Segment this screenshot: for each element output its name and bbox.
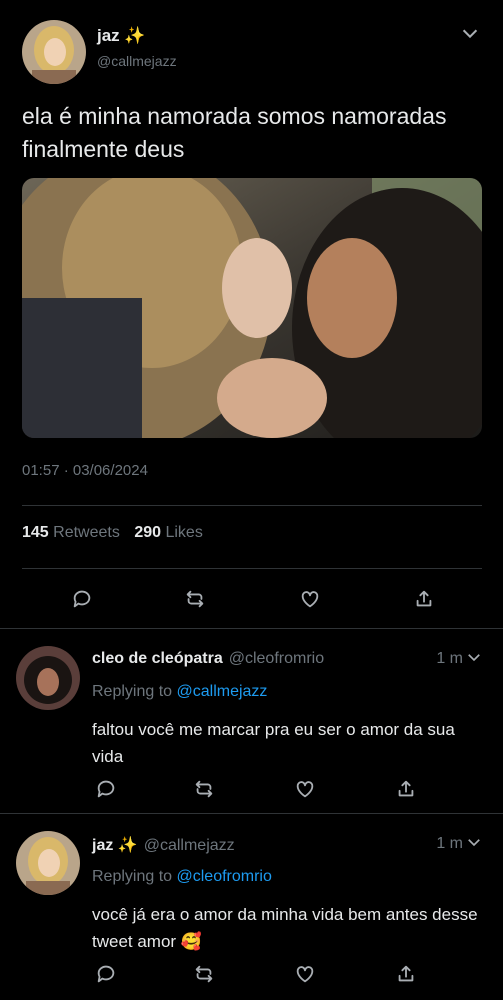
reply-author: cleo de cleópatra @cleofromrio [92, 650, 324, 668]
display-name[interactable]: jaz [92, 837, 113, 854]
replying-to: Replying to @cleofromrio [92, 868, 272, 885]
divider [22, 505, 482, 506]
smiling-face-hearts-emoji: 🥰 [180, 932, 202, 951]
display-name[interactable]: jaz ✨ [97, 26, 146, 46]
reply-text: você já era o amor da minha vida bem ant… [92, 905, 478, 951]
retweets-label[interactable]: Retweets [53, 524, 120, 541]
display-name[interactable]: cleo de cleópatra [92, 650, 223, 667]
reply-time[interactable]: 1 m [436, 650, 463, 668]
share-icon[interactable] [392, 775, 420, 803]
reply-icon[interactable] [68, 585, 96, 613]
chevron-down-icon[interactable] [465, 833, 485, 853]
chevron-down-icon[interactable] [459, 22, 483, 46]
share-icon[interactable] [392, 960, 420, 988]
mention-link[interactable]: @cleofromrio [177, 868, 272, 885]
divider [0, 628, 503, 629]
share-icon[interactable] [410, 585, 438, 613]
reply-tweet[interactable]: jaz ✨ @callmejazz 1 m Replying to @cleofr… [0, 815, 503, 1000]
tweet-stats: 145 Retweets 290 Likes [22, 524, 213, 542]
handle[interactable]: @callmejazz [144, 837, 235, 854]
like-icon[interactable] [296, 585, 324, 613]
like-icon[interactable] [291, 960, 319, 988]
mention-link[interactable]: @callmejazz [177, 683, 268, 700]
avatar[interactable] [22, 20, 86, 84]
retweets-count[interactable]: 145 [22, 524, 49, 541]
reply-time[interactable]: 1 m [436, 835, 463, 853]
like-icon[interactable] [291, 775, 319, 803]
reply-text: faltou você me marcar pra eu ser o amor … [92, 720, 455, 766]
likes-count[interactable]: 290 [134, 524, 161, 541]
divider [22, 568, 482, 569]
handle[interactable]: @cleofromrio [229, 650, 324, 667]
sparkle-emoji: ✨ [117, 837, 138, 854]
retweet-icon[interactable] [190, 960, 218, 988]
handle[interactable]: @callmejazz [97, 53, 177, 69]
reply-icon[interactable] [92, 775, 120, 803]
likes-label[interactable]: Likes [165, 524, 202, 541]
reply-author: jaz ✨ @callmejazz [92, 835, 235, 855]
retweet-icon[interactable] [181, 585, 209, 613]
avatar[interactable] [16, 646, 80, 710]
reply-tweet[interactable]: cleo de cleópatra @cleofromrio 1 m Replyi… [0, 630, 503, 813]
main-tweet: jaz ✨ @callmejazz ela é minha namorada s… [0, 0, 503, 628]
reply-icon[interactable] [92, 960, 120, 988]
retweet-icon[interactable] [190, 775, 218, 803]
chevron-down-icon[interactable] [465, 648, 485, 668]
avatar[interactable] [16, 831, 80, 895]
tweet-text: ela é minha namorada somos namoradas fin… [22, 103, 447, 162]
tweet-photo[interactable] [22, 178, 482, 438]
replying-to: Replying to @callmejazz [92, 683, 268, 700]
tweet-timestamp[interactable]: 01:57 · 03/06/2024 [22, 462, 148, 479]
sparkle-emoji: ✨ [124, 26, 146, 45]
divider [0, 813, 503, 814]
